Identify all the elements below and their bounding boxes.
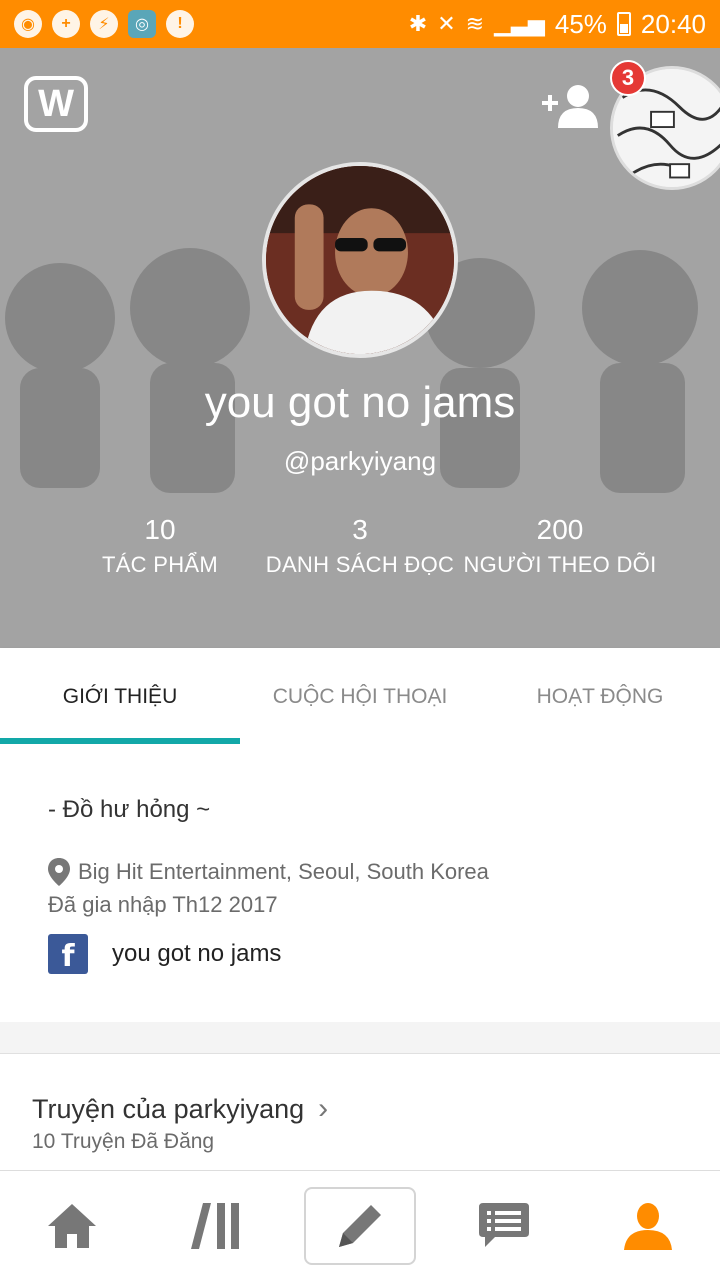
- signal-icon: ▁▃▅: [494, 11, 545, 36]
- display-name: you got no jams: [204, 378, 516, 427]
- stat-label: TÁC PHẨM: [101, 552, 219, 577]
- alert-icon: !: [166, 10, 194, 38]
- stat-works[interactable]: 10 TÁC PHẨM: [60, 514, 260, 578]
- bottom-navigation: [0, 1170, 720, 1280]
- stories-title-row[interactable]: Truyện của parkyiyang ›: [32, 1092, 328, 1126]
- nav-home[interactable]: [0, 1171, 144, 1280]
- stat-followers[interactable]: 200 NGƯỜI THEO DÕI: [460, 514, 660, 578]
- facebook-name: you got no jams: [112, 940, 282, 967]
- tab-activity[interactable]: HOẠT ĐỘNG: [480, 648, 720, 746]
- add-friend-icon[interactable]: [542, 84, 600, 128]
- messages-icon: [479, 1202, 529, 1247]
- facebook-link[interactable]: f you got no jams: [48, 934, 281, 974]
- mute-icon: ✕: [437, 11, 456, 36]
- app-icon: ◎: [128, 10, 156, 38]
- username: @parkyiyang: [283, 446, 437, 476]
- stat-label: NGƯỜI THEO DÕI: [463, 552, 657, 577]
- stories-count: 10 Truyện Đã Đăng: [32, 1130, 215, 1153]
- status-bar: ◉ + ⚡ ◎ ! ✱ ✕ ≋ ▁▃▅ 45% 20:40: [0, 0, 720, 48]
- location-text: Big Hit Entertainment, Seoul, South Kore…: [78, 859, 489, 884]
- avatar[interactable]: [262, 162, 458, 358]
- facebook-icon: f: [48, 934, 88, 974]
- notification-icon: ◉: [14, 10, 42, 38]
- chevron-right-icon: ›: [318, 1092, 329, 1125]
- stories-title: Truyện của parkyiyang: [32, 1093, 305, 1124]
- location-row: Big Hit Entertainment, Seoul, South Kore…: [48, 858, 489, 886]
- wifi-icon: ≋: [465, 11, 485, 36]
- nav-library[interactable]: [144, 1171, 288, 1280]
- tab-conversations[interactable]: CUỘC HỘI THOẠI: [240, 648, 480, 746]
- joined-date: Đã gia nhập Th12 2017: [48, 892, 278, 917]
- nav-write[interactable]: [288, 1171, 432, 1280]
- stat-label: DANH SÁCH ĐỌC: [265, 552, 455, 577]
- write-icon: [339, 1204, 381, 1247]
- battery-percent: 45%: [554, 8, 607, 39]
- about-section: - Đồ hư hỏng ~ Big Hit Entertainment, Se…: [0, 746, 720, 1022]
- nav-messages[interactable]: [432, 1171, 576, 1280]
- stat-value: 3: [352, 514, 368, 545]
- library-icon: [191, 1202, 239, 1249]
- stories-section[interactable]: Truyện của parkyiyang › 10 Truyện Đã Đăn…: [0, 1054, 720, 1170]
- stat-value: 10: [144, 514, 176, 545]
- section-divider: [0, 1022, 720, 1054]
- home-icon: [48, 1203, 96, 1248]
- notification-badge: 3: [610, 60, 646, 96]
- tab-about[interactable]: GIỚI THIỆU: [0, 648, 240, 746]
- wattpad-logo[interactable]: W: [24, 76, 88, 132]
- profile-stats: 10 TÁC PHẨM 3 DANH SÁCH ĐỌC 200 NGƯỜI TH…: [60, 514, 660, 578]
- nav-profile[interactable]: [576, 1171, 720, 1280]
- profile-description: - Đồ hư hỏng ~: [48, 796, 211, 823]
- write-button[interactable]: [304, 1186, 416, 1265]
- profile-header: W 3 you got no jams @parkyiyang 10 TÁC P…: [0, 48, 720, 648]
- location-pin-icon: [48, 858, 70, 886]
- stat-reading-lists[interactable]: 3 DANH SÁCH ĐỌC: [260, 514, 460, 578]
- messenger-icon: ⚡: [90, 10, 118, 38]
- stat-value: 200: [536, 514, 584, 545]
- battery-icon: [616, 12, 631, 36]
- add-user-icon: +: [52, 10, 80, 38]
- profile-icon: [624, 1202, 672, 1250]
- profile-tabs: GIỚI THIỆU CUỘC HỘI THOẠI HOẠT ĐỘNG: [0, 648, 720, 746]
- bluetooth-icon: ✱: [408, 11, 428, 36]
- clock: 20:40: [640, 8, 706, 39]
